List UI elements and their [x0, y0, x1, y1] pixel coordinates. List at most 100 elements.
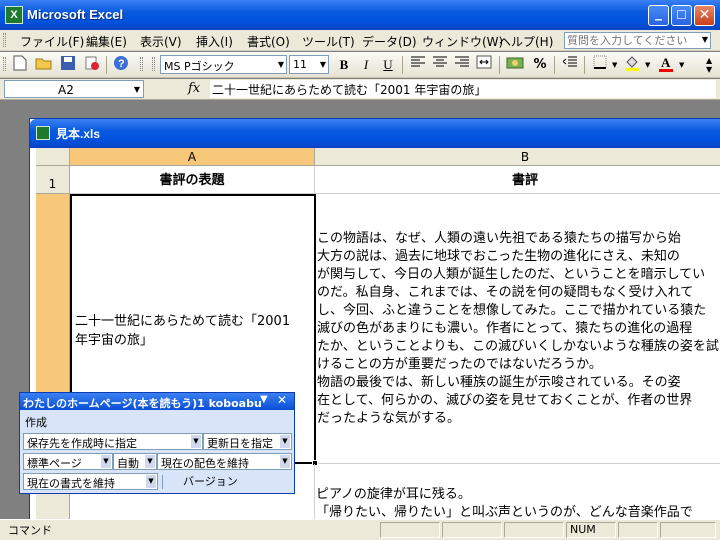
- menu-view[interactable]: 表示(V): [140, 33, 182, 50]
- menu-tools[interactable]: ツール(T): [302, 33, 355, 50]
- minimize-button[interactable]: _: [648, 5, 669, 26]
- close-button[interactable]: ✕: [694, 5, 715, 26]
- permission-icon[interactable]: [82, 55, 102, 75]
- merge-center-icon[interactable]: [474, 55, 494, 75]
- svg-text:?: ?: [118, 58, 125, 70]
- column-header-a[interactable]: A: [70, 148, 315, 166]
- window-title: Microsoft Excel: [27, 7, 124, 22]
- menu-grip-icon[interactable]: [3, 33, 6, 47]
- status-panel: [618, 522, 658, 538]
- chevron-down-icon[interactable]: ▼: [145, 455, 155, 468]
- decrease-indent-icon[interactable]: [560, 55, 580, 75]
- font-size-select[interactable]: 11 ▼: [289, 55, 329, 74]
- borders-icon[interactable]: [590, 55, 610, 75]
- chevron-down-icon[interactable]: ▼: [278, 60, 284, 69]
- align-right-icon[interactable]: [452, 55, 472, 75]
- name-box-value: A2: [58, 83, 74, 97]
- toolbar-separator: [584, 56, 585, 74]
- toolbar-options-dropdown-icon[interactable]: ▼: [260, 394, 268, 405]
- close-icon[interactable]: ✕: [277, 393, 287, 407]
- open-folder-icon[interactable]: [34, 55, 54, 75]
- update-date-select[interactable]: 更新日を指定 ▼: [203, 433, 292, 450]
- cell-b1[interactable]: 書評: [315, 166, 720, 194]
- bold-button[interactable]: B: [334, 55, 354, 75]
- fill-color-dropdown-icon[interactable]: ▼: [645, 61, 650, 69]
- help-dropdown-icon[interactable]: ▼: [702, 35, 708, 44]
- auto-value: 自動: [117, 457, 139, 470]
- create-label[interactable]: 作成: [25, 414, 47, 430]
- auto-select[interactable]: 自動 ▼: [113, 453, 157, 470]
- currency-icon[interactable]: [505, 55, 525, 75]
- toolbar-separator: [106, 56, 107, 74]
- cell-a2-line: 二十一世紀にあらためて読む「2001: [75, 314, 291, 329]
- toolbar-overflow-icon[interactable]: ▲ ▼: [706, 56, 712, 74]
- name-box[interactable]: A2 ▼: [4, 80, 144, 98]
- menu-edit[interactable]: 編集(E): [86, 33, 127, 50]
- fill-color-icon[interactable]: [622, 55, 642, 75]
- page-type-select[interactable]: 標準ページ ▼: [23, 453, 113, 470]
- workbook-title: 見本.xls: [56, 127, 101, 141]
- workbook-title-bar[interactable]: 見本.xls: [30, 119, 720, 148]
- menu-help[interactable]: ヘルプ(H): [499, 33, 553, 50]
- font-color-dropdown-icon[interactable]: ▼: [679, 61, 684, 69]
- toolbar: ? MS Pゴシック ▼ 11 ▼ B I U % ▼ ▼ A ▼ ▲ ▼: [0, 52, 720, 78]
- chevron-down-icon[interactable]: ▼: [134, 85, 140, 94]
- menu-format[interactable]: 書式(O): [247, 33, 290, 50]
- version-button[interactable]: バージョン: [183, 473, 238, 489]
- toolbar-grip-icon[interactable]: [3, 57, 6, 71]
- cell-a2-line: 年宇宙の旅」: [75, 333, 154, 348]
- chevron-down-icon[interactable]: ▼: [191, 435, 201, 448]
- italic-button[interactable]: I: [356, 55, 376, 75]
- num-lock-indicator: NUM: [566, 522, 616, 538]
- format-select[interactable]: 現在の書式を維持 ▼: [23, 473, 158, 490]
- font-color-icon[interactable]: A: [656, 55, 676, 75]
- select-all-corner[interactable]: [36, 148, 70, 166]
- page-type-value: 標準ページ: [27, 457, 82, 470]
- toolbar-options-icon[interactable]: [140, 57, 143, 71]
- cell-b2-line: この物語は、なぜ、人類の遠い先祖である猿たちの描写から始: [317, 231, 681, 246]
- svg-text:A: A: [661, 55, 671, 70]
- column-header-b[interactable]: B: [315, 148, 720, 166]
- formatting-grip-icon[interactable]: [152, 57, 155, 71]
- borders-dropdown-icon[interactable]: ▼: [612, 61, 617, 69]
- help-search-box[interactable]: ▼: [564, 32, 711, 49]
- chevron-down-icon[interactable]: ▼: [101, 455, 111, 468]
- new-document-icon[interactable]: [10, 55, 30, 75]
- color-scheme-select[interactable]: 現在の配色を維持 ▼: [157, 453, 292, 470]
- pane-separator: [162, 475, 163, 489]
- workbook-icon[interactable]: [36, 126, 50, 140]
- chevron-down-icon[interactable]: ▼: [280, 435, 290, 448]
- help-icon[interactable]: ?: [111, 55, 131, 75]
- font-name-select[interactable]: MS Pゴシック ▼: [160, 55, 287, 74]
- chevron-down-icon[interactable]: ▼: [320, 60, 326, 69]
- status-bar: コマンド NUM: [0, 519, 720, 540]
- menu-data[interactable]: データ(D): [362, 33, 417, 50]
- cell-a1[interactable]: 書評の表題: [70, 166, 315, 194]
- save-location-select[interactable]: 保存先を作成時に指定 ▼: [23, 433, 203, 450]
- help-search-input[interactable]: [567, 33, 697, 48]
- save-location-value: 保存先を作成時に指定: [27, 437, 137, 450]
- chevron-down-icon[interactable]: ▼: [146, 475, 156, 488]
- chevron-down-icon[interactable]: ▼: [280, 455, 290, 468]
- underline-button[interactable]: U: [378, 55, 398, 75]
- menu-file[interactable]: ファイル(F): [20, 33, 84, 50]
- floating-toolbar-title-bar[interactable]: わたしのホームページ(本を読もう)1 koboabu ▼ ✕: [20, 393, 294, 410]
- floating-toolbar: わたしのホームページ(本を読もう)1 koboabu ▼ ✕ 作成 保存先を作成…: [19, 392, 295, 494]
- title-bar: X Microsoft Excel _ ☐ ✕: [0, 0, 720, 30]
- save-icon[interactable]: [58, 55, 78, 75]
- toolbar-separator: [499, 56, 500, 74]
- font-size-value: 11: [293, 58, 307, 71]
- menu-insert[interactable]: 挿入(I): [196, 33, 233, 50]
- align-left-icon[interactable]: [408, 55, 428, 75]
- toolbar-separator: [402, 56, 403, 74]
- row-header-1[interactable]: 1: [36, 166, 70, 194]
- cell-b2-line: 物語の最後では、新しい種族の誕生が示唆されている。その姿: [317, 375, 681, 390]
- percent-button[interactable]: %: [530, 55, 550, 75]
- cell-b2[interactable]: この物語は、なぜ、人類の遠い先祖である猿たちの描写から始 大方の説は、過去に地球…: [316, 194, 720, 464]
- insert-function-icon[interactable]: fx: [188, 81, 200, 96]
- align-center-icon[interactable]: [430, 55, 450, 75]
- maximize-button[interactable]: ☐: [671, 5, 692, 26]
- menu-window[interactable]: ウィンドウ(W): [422, 33, 503, 50]
- formula-input[interactable]: 二十一世紀にあらためて読む「2001 年宇宙の旅」: [210, 80, 716, 98]
- cell-b2-line: 在として、何らかの、滅びの姿を見せておくことが、作者の世界: [317, 393, 693, 408]
